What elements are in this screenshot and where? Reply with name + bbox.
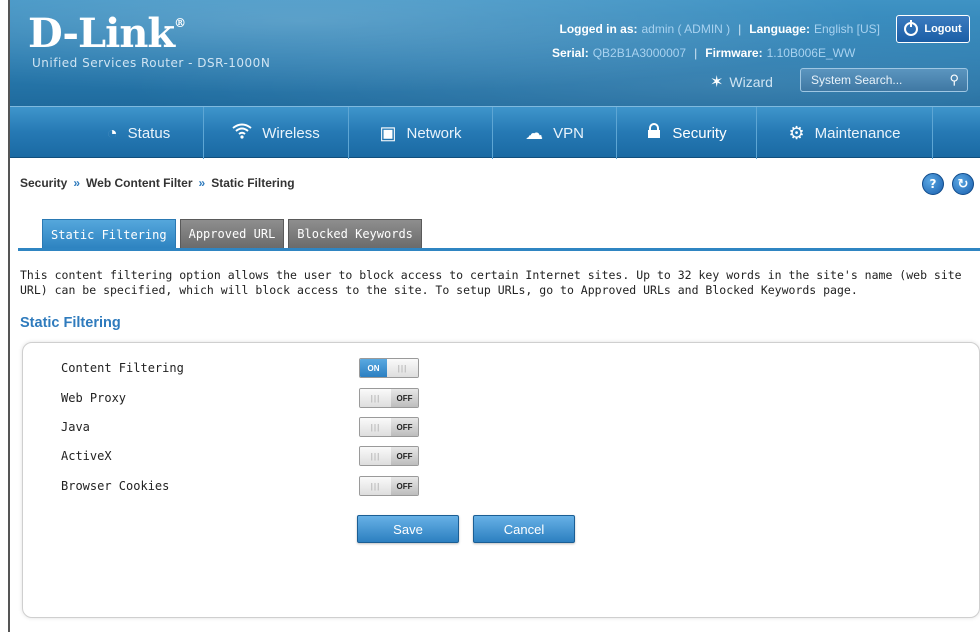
breadcrumb-static-filtering: Static Filtering xyxy=(211,176,295,190)
help-button[interactable]: ? xyxy=(922,173,944,195)
language-selector[interactable]: English [US] xyxy=(814,22,880,36)
device-info: Serial: QB2B1A3000007 | Firmware: 1.10B0… xyxy=(552,46,856,60)
monitor-icon: ▣ xyxy=(379,122,397,143)
setting-browser-cookies: Browser Cookies ||| OFF xyxy=(61,476,419,496)
save-button[interactable]: Save xyxy=(357,515,459,543)
nav-status[interactable]: ◔ Status xyxy=(74,107,204,159)
main-nav: ◔ Status Wireless ▣ Network ☁ VPN Securi… xyxy=(10,106,980,159)
cloud-lock-icon: ☁ xyxy=(525,122,544,143)
setting-content-filtering: Content Filtering ON ||| xyxy=(61,358,419,378)
form-actions: Save Cancel xyxy=(357,515,575,543)
search-icon[interactable]: ⚲ xyxy=(949,72,959,88)
lock-icon xyxy=(646,122,662,144)
nav-security[interactable]: Security xyxy=(617,107,757,159)
tab-bar: Static Filtering Approved URL Blocked Ke… xyxy=(42,219,422,249)
tab-approved-url[interactable]: Approved URL xyxy=(179,219,285,248)
activex-toggle[interactable]: ||| OFF xyxy=(359,446,419,466)
java-toggle[interactable]: ||| OFF xyxy=(359,417,419,437)
firmware-version: 1.10B006E_WW xyxy=(766,46,856,60)
breadcrumb-web-content-filter[interactable]: Web Content Filter xyxy=(86,176,192,190)
logout-button[interactable]: Logout xyxy=(896,15,970,43)
gears-icon: ⚙ xyxy=(788,122,805,143)
serial-number: QB2B1A3000007 xyxy=(592,46,687,60)
cancel-button[interactable]: Cancel xyxy=(473,515,575,543)
power-icon xyxy=(904,20,919,36)
tab-static-filtering[interactable]: Static Filtering xyxy=(42,219,176,249)
gauge-icon: ◔ xyxy=(106,122,118,143)
page-description: This content filtering option allows the… xyxy=(20,268,962,297)
setting-java: Java ||| OFF xyxy=(61,417,419,437)
router-admin-page: D-Link® Unified Services Router - DSR-10… xyxy=(8,0,980,632)
section-title: Static Filtering xyxy=(20,315,121,331)
breadcrumb-security[interactable]: Security xyxy=(20,176,67,190)
content-filtering-toggle[interactable]: ON ||| xyxy=(359,358,419,378)
header: D-Link® Unified Services Router - DSR-10… xyxy=(10,0,980,106)
setting-web-proxy: Web Proxy ||| OFF xyxy=(61,388,419,408)
nav-vpn[interactable]: ☁ VPN xyxy=(493,107,617,159)
refresh-button[interactable]: ↻ xyxy=(952,173,974,195)
nav-maintenance[interactable]: ⚙ Maintenance xyxy=(757,107,933,159)
product-subtitle: Unified Services Router - DSR-1000N xyxy=(32,56,271,70)
logged-in-user: admin ( ADMIN ) xyxy=(641,22,731,36)
tab-blocked-keywords[interactable]: Blocked Keywords xyxy=(288,219,422,248)
nav-network[interactable]: ▣ Network xyxy=(349,107,493,159)
settings-panel: Content Filtering ON ||| Web Proxy ||| O… xyxy=(22,342,980,618)
breadcrumb: Security» Web Content Filter» Static Filte… xyxy=(20,176,295,190)
setting-activex: ActiveX ||| OFF xyxy=(61,446,419,466)
web-proxy-toggle[interactable]: ||| OFF xyxy=(359,388,419,408)
tab-underline xyxy=(18,248,980,251)
system-search-input[interactable]: System Search... ⚲ xyxy=(800,68,968,92)
wizard-link[interactable]: ✶ Wizard xyxy=(710,72,773,92)
dlink-logo: D-Link® xyxy=(28,10,186,57)
nav-wireless[interactable]: Wireless xyxy=(204,107,349,159)
wifi-icon xyxy=(232,123,252,144)
session-info: Logged in as: admin ( ADMIN ) | Language… xyxy=(559,15,980,43)
browser-cookies-toggle[interactable]: ||| OFF xyxy=(359,476,419,496)
magic-wand-icon: ✶ xyxy=(710,74,724,91)
